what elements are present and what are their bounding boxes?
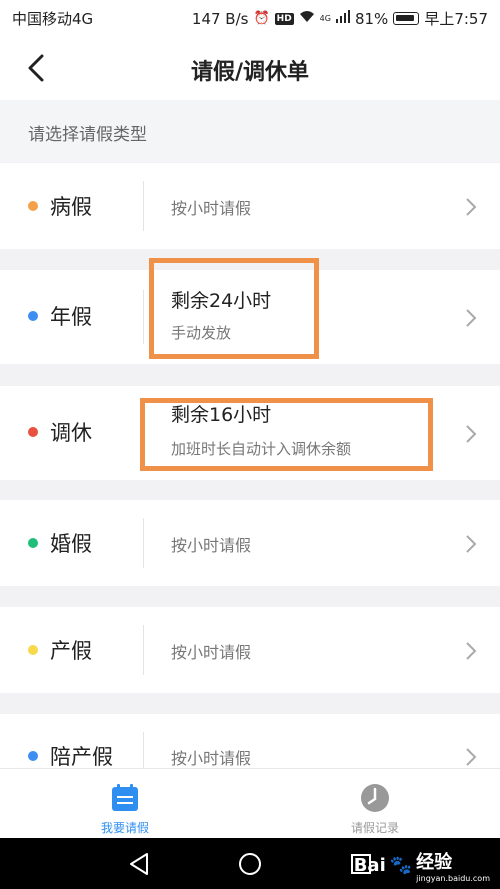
divider [143, 518, 144, 568]
alarm-icon: ⏰ [253, 10, 270, 26]
divider [143, 625, 144, 675]
leave-type-name: 婚假 [50, 532, 92, 556]
system-nav-bar: Bai 🐾 经验 jingyan.baidu.com [0, 838, 500, 889]
leave-type-desc: 按小时请假 [171, 749, 252, 768]
tab-bar: 我要请假 请假记录 [0, 768, 500, 838]
leave-type-sick[interactable]: 病假 按小时请假 [0, 163, 500, 249]
tab-label: 我要请假 [100, 821, 149, 835]
calendar-icon [112, 784, 138, 811]
leave-type-name: 病假 [50, 195, 92, 219]
divider [143, 181, 144, 231]
chevron-right-icon [466, 425, 477, 443]
dot-icon [28, 427, 38, 437]
signal-label: 4G [319, 14, 331, 23]
leave-type-desc: 按小时请假 [171, 199, 252, 218]
chevron-right-icon [466, 642, 477, 660]
tab-leave-records[interactable]: 请假记录 [250, 769, 500, 839]
back-triangle-icon[interactable] [125, 850, 153, 878]
highlight-annual-balance [149, 258, 319, 359]
highlight-compensatory-balance [140, 398, 433, 471]
chevron-right-icon [466, 535, 477, 553]
dot-icon [28, 311, 38, 321]
divider [143, 732, 144, 768]
nav-bar: 请假/调休单 [0, 36, 500, 100]
chevron-right-icon [466, 748, 477, 766]
tab-apply-leave[interactable]: 我要请假 [0, 769, 250, 839]
dot-icon [28, 201, 38, 211]
dot-icon [28, 538, 38, 548]
home-circle-icon[interactable] [236, 850, 264, 878]
network-speed: 147 B/s [191, 9, 249, 28]
leave-type-maternity[interactable]: 产假 按小时请假 [0, 607, 500, 693]
baidu-watermark: Bai 🐾 经验 jingyan.baidu.com [354, 848, 490, 883]
clock-icon [361, 784, 389, 812]
wifi-icon [299, 10, 315, 28]
leave-type-name: 陪产假 [50, 745, 113, 768]
signal-icon [335, 9, 350, 28]
clock: 早上7:57 [424, 10, 488, 28]
carrier-label: 中国移动4G [12, 10, 94, 28]
leave-type-desc: 按小时请假 [171, 536, 252, 555]
leave-type-name: 年假 [50, 305, 92, 329]
dot-icon [28, 751, 38, 761]
tab-label: 请假记录 [350, 821, 399, 835]
battery-icon [393, 12, 420, 25]
leave-type-name: 产假 [50, 639, 92, 663]
leave-type-name: 调休 [50, 421, 92, 445]
status-icons: 147 B/s ⏰ HD 4G 81% 早上7:57 [192, 8, 488, 29]
watermark-url: jingyan.baidu.com [416, 874, 490, 883]
divider [143, 290, 144, 344]
leave-type-desc: 按小时请假 [171, 643, 252, 662]
chevron-right-icon [466, 198, 477, 216]
page-title: 请假/调休单 [190, 60, 310, 85]
leave-type-paternity[interactable]: 陪产假 按小时请假 [0, 714, 500, 768]
battery-percent: 81% [354, 9, 389, 28]
section-header-label: 请选择请假类型 [28, 125, 147, 145]
dot-icon [28, 645, 38, 655]
chevron-right-icon [466, 309, 477, 327]
status-bar: 中国移动4G 147 B/s ⏰ HD 4G 81% 早上7:57 [0, 0, 500, 36]
leave-type-marriage[interactable]: 婚假 按小时请假 [0, 500, 500, 586]
watermark-brand-2: 经验 [416, 852, 453, 873]
paw-icon: 🐾 [389, 855, 413, 876]
hd-icon: HD [274, 12, 294, 25]
section-header: 请选择请假类型 [0, 100, 500, 162]
watermark-brand: Bai [353, 855, 386, 876]
